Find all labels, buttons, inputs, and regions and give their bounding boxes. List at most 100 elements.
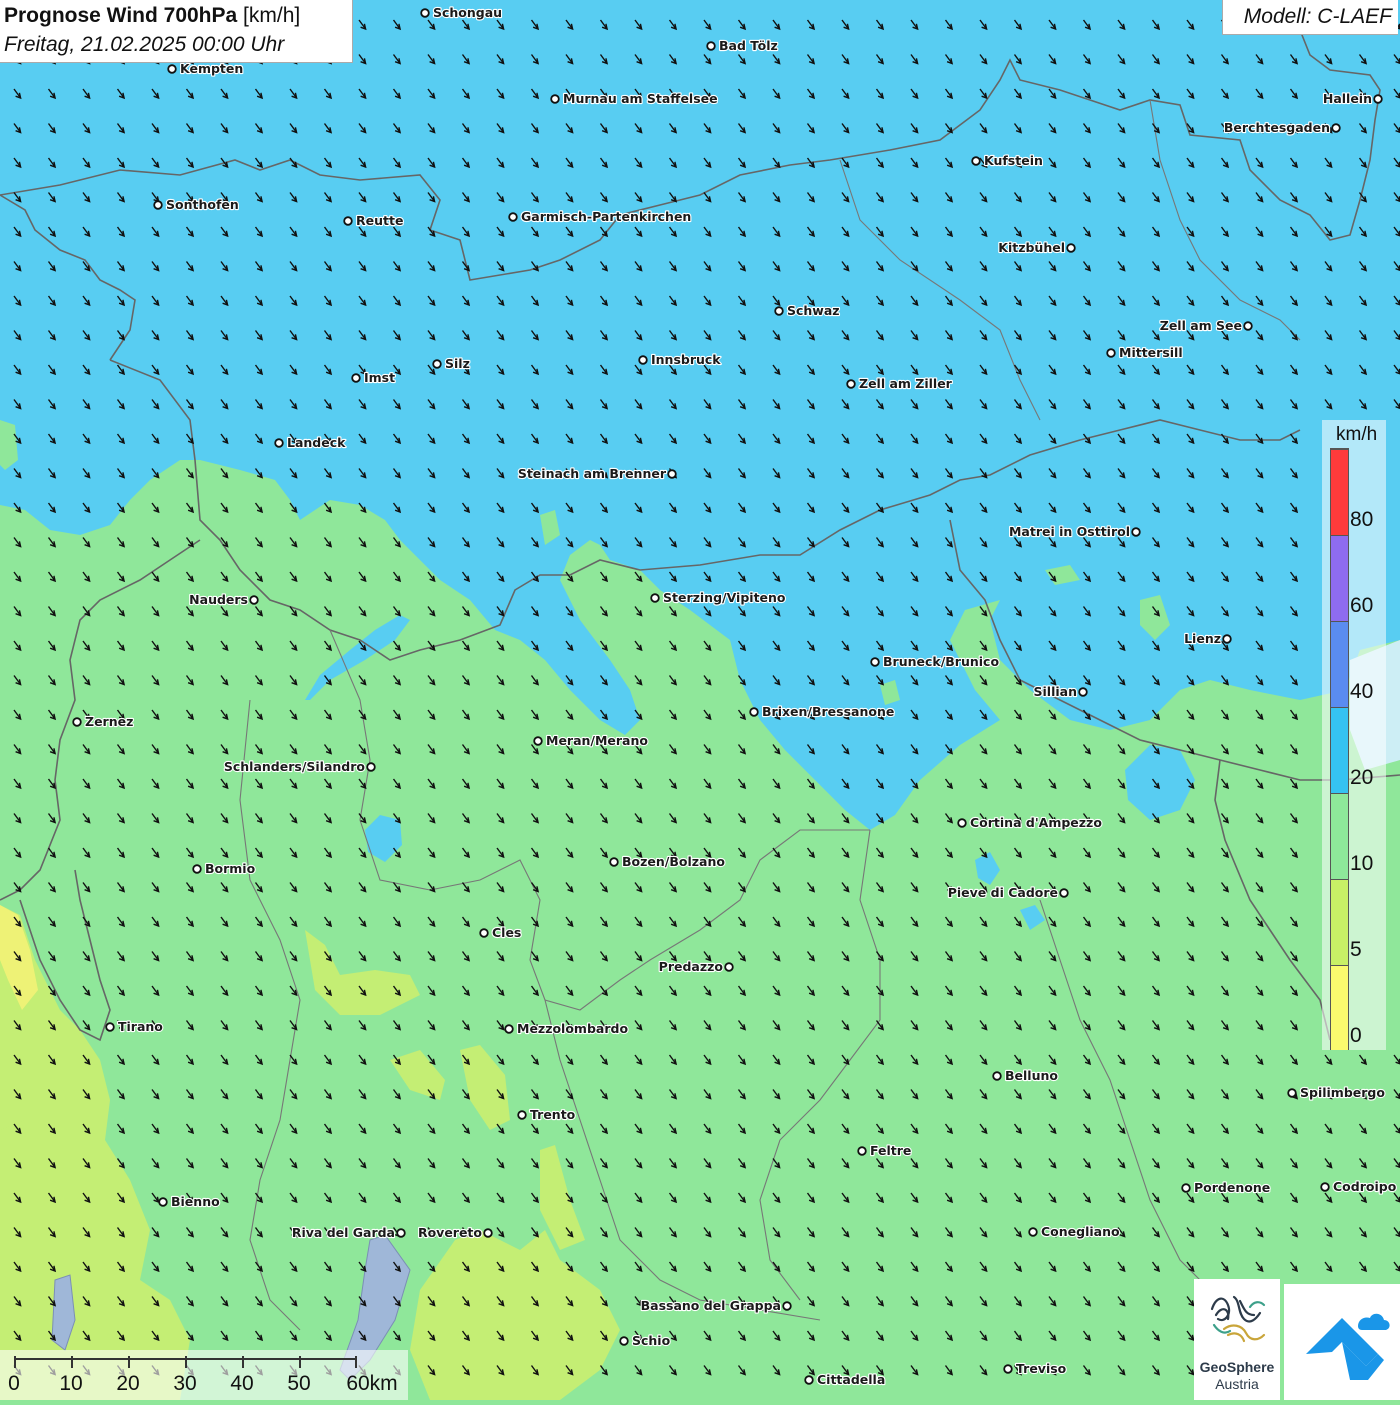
city-marker xyxy=(72,717,82,727)
city-conegliano: Conegliano xyxy=(1028,1223,1121,1240)
scale-tick xyxy=(14,1356,16,1368)
city-label: Cittadella xyxy=(817,1372,885,1387)
scale-tick xyxy=(128,1356,130,1368)
legend-tick-20: 20 xyxy=(1350,766,1374,789)
city-label: Schlanders/Silandro xyxy=(224,759,366,774)
city-rovereto: Rovereto xyxy=(417,1224,493,1241)
city-label: Conegliano xyxy=(1041,1224,1120,1239)
city-bozen-bolzano: Bozen/Bolzano xyxy=(609,853,726,870)
city-marker xyxy=(782,1301,792,1311)
city-marker xyxy=(667,469,677,479)
city-kempten: Kempten xyxy=(167,60,244,77)
city-bruneck-brunico: Bruneck/Brunico xyxy=(870,653,1001,670)
legend-tick-40: 40 xyxy=(1350,680,1374,703)
city-marker xyxy=(971,156,981,166)
legend-tick-10: 10 xyxy=(1350,852,1374,875)
city-label: Zell am Ziller xyxy=(859,376,953,391)
legend-segment-40 xyxy=(1331,621,1348,708)
city-marker xyxy=(846,379,856,389)
city-cortina-d-ampezzo: Cortina d'Ampezzo xyxy=(957,814,1103,831)
city-berchtesgaden: Berchtesgaden xyxy=(1223,119,1341,136)
city-label: Murnau am Staffelsee xyxy=(563,91,718,106)
scale-tick xyxy=(185,1356,187,1368)
legend-unit: km/h xyxy=(1336,424,1378,445)
city-label: Reutte xyxy=(356,213,403,228)
city-marker xyxy=(1078,687,1088,697)
city-sterzing-vipiteno: Sterzing/Vipiteno xyxy=(650,589,787,606)
app-logo[interactable] xyxy=(1284,1284,1400,1400)
map-title-unit: [km/h] xyxy=(243,4,301,27)
city-marker xyxy=(504,1024,514,1034)
city-marker xyxy=(158,1197,168,1207)
city-pordenone: Pordenone xyxy=(1181,1179,1271,1196)
city-marker xyxy=(351,373,361,383)
city-marker xyxy=(1028,1227,1038,1237)
city-marker xyxy=(724,962,734,972)
city-kitzb-hel: Kitzbühel xyxy=(997,239,1076,256)
city-label: Bienno xyxy=(171,1194,220,1209)
city-riva-del-garda: Riva del Garda xyxy=(291,1224,406,1241)
city-label: Matrei in Osttirol xyxy=(1009,524,1130,539)
city-label: Kempten xyxy=(180,61,243,76)
city-marker xyxy=(1320,1182,1330,1192)
city-marker xyxy=(650,593,660,603)
scale-label-40: 40 xyxy=(230,1372,254,1395)
city-label: Kufstein xyxy=(984,153,1043,168)
legend-segment-0 xyxy=(1331,965,1348,1050)
city-label: Schongau xyxy=(433,5,502,20)
city-marker xyxy=(192,864,202,874)
city-marker xyxy=(343,216,353,226)
city-marker xyxy=(1003,1364,1013,1374)
city-marker xyxy=(483,1228,493,1238)
city-mezzolombardo: Mezzolombardo xyxy=(504,1020,630,1037)
scale-tick xyxy=(71,1356,73,1368)
scale-label-20: 20 xyxy=(116,1372,140,1395)
city-marker xyxy=(420,8,430,18)
forecast-date: Freitag, 21.02.2025 00:00 Uhr xyxy=(4,33,285,56)
city-marker xyxy=(1373,94,1383,104)
city-marker xyxy=(1059,888,1069,898)
geosphere-logo[interactable]: GeoSphere Austria xyxy=(1194,1279,1280,1400)
legend-segment-80 xyxy=(1331,449,1348,536)
city-label: Imst xyxy=(364,370,395,385)
city-marker xyxy=(1243,321,1253,331)
city-mittersill: Mittersill xyxy=(1106,344,1184,361)
city-label: Innsbruck xyxy=(651,352,721,367)
city-marker xyxy=(609,857,619,867)
city-bassano-del-grappa: Bassano del Grappa xyxy=(640,1297,792,1314)
city-label: Schio xyxy=(632,1333,671,1348)
city-label: Zernez xyxy=(85,714,133,729)
city-marker xyxy=(533,736,543,746)
geosphere-logo-sub: Austria xyxy=(1215,1376,1259,1392)
city-label: Bozen/Bolzano xyxy=(622,854,725,869)
city-label: Riva del Garda xyxy=(292,1225,395,1240)
city-zell-am-ziller: Zell am Ziller xyxy=(846,375,954,392)
city-cittadella: Cittadella xyxy=(804,1371,886,1388)
city-marker xyxy=(479,928,489,938)
city-marker xyxy=(638,355,648,365)
city-label: Mittersill xyxy=(1119,345,1183,360)
city-marker xyxy=(1222,634,1232,644)
city-label: Kitzbühel xyxy=(998,240,1065,255)
city-schongau: Schongau xyxy=(420,4,503,21)
city-label: Pordenone xyxy=(1194,1180,1270,1195)
city-marker xyxy=(153,200,163,210)
city-marker xyxy=(706,41,716,51)
city-label: Cortina d'Ampezzo xyxy=(970,815,1102,830)
wind-map: Schongau Bad Tölz Kempten Murnau am Staffel… xyxy=(0,0,1400,1400)
scale-tick xyxy=(242,1356,244,1368)
city-label: Belluno xyxy=(1005,1068,1058,1083)
city-label: Tirano xyxy=(118,1019,163,1034)
city-marker xyxy=(1331,123,1341,133)
city-label: Predazzo xyxy=(659,959,724,974)
city-label: Trento xyxy=(530,1107,576,1122)
legend-tick-80: 80 xyxy=(1350,508,1374,531)
city-label: Sterzing/Vipiteno xyxy=(663,590,786,605)
city-label: Spilimbergo xyxy=(1300,1085,1385,1100)
scale-label-10: 10 xyxy=(59,1372,83,1395)
map-title-main: Prognose Wind 700hPa xyxy=(4,4,238,27)
city-pieve-di-cadore: Pieve di Cadore xyxy=(947,884,1069,901)
city-schlanders-silandro: Schlanders/Silandro xyxy=(223,758,376,775)
city-label: Garmisch-Partenkirchen xyxy=(521,209,691,224)
geosphere-logo-name: GeoSphere xyxy=(1199,1359,1275,1375)
